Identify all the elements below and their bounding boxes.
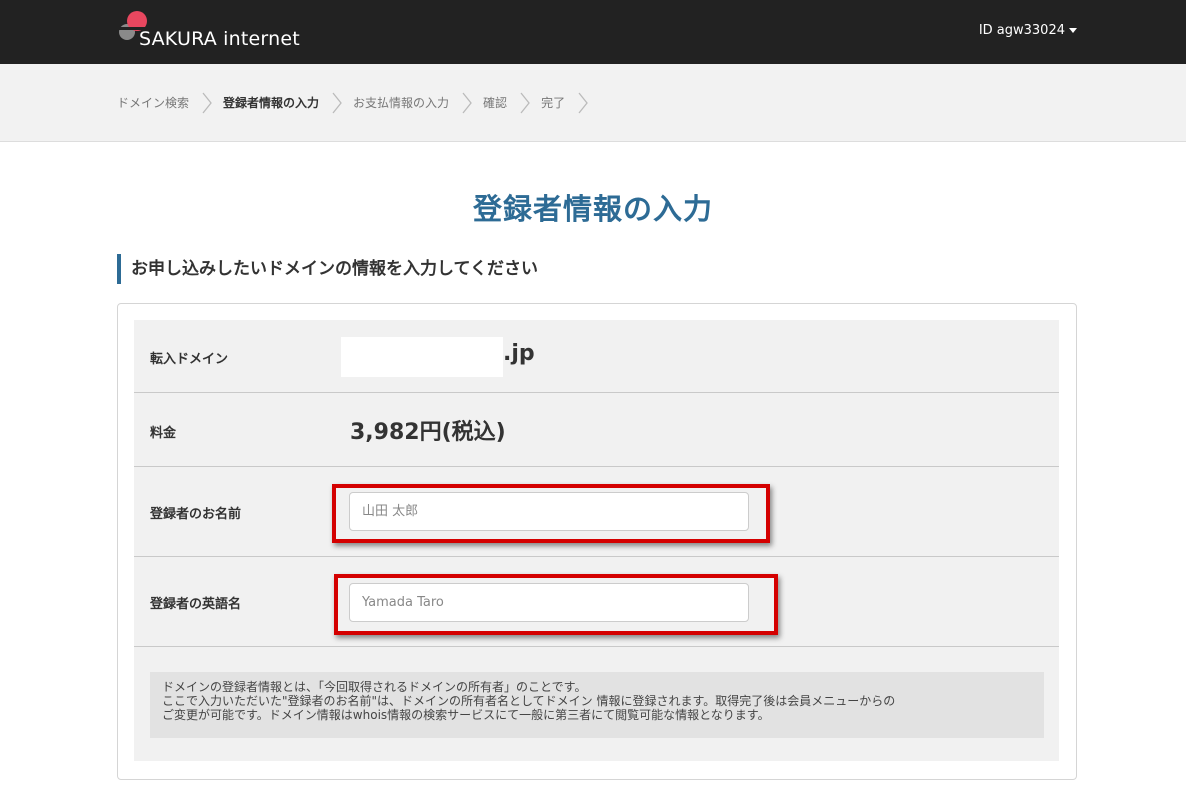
step-confirm: 確認 [483, 91, 541, 115]
domain-suffix: .jp [503, 341, 535, 366]
step-registrant-info: 登録者情報の入力 [223, 91, 353, 115]
note-line: ドメインの登録者情報とは、「今回取得されるドメインの所有者」のことです。 [162, 680, 587, 694]
price-label: 料金 [150, 426, 177, 441]
registrant-name-en-label: 登録者の英語名 [150, 597, 242, 612]
step-label: お支払情報の入力 [353, 96, 450, 110]
chevron-right-icon [202, 92, 212, 113]
user-id: ID agw33024 [978, 23, 1065, 38]
note-line: ここで入力いただいた"登録者のお名前"は、ドメインの所有者名としてドメイン 情報… [162, 694, 896, 708]
section-heading: お申し込みしたいドメインの情報を入力してください [117, 254, 538, 284]
logo-text: SAKURA internet [139, 28, 300, 50]
registrant-name-en-input[interactable] [349, 583, 749, 622]
step-complete: 完了 [541, 91, 599, 115]
step-domain-search: ドメイン検索 [117, 91, 223, 115]
form-table: 転入ドメイン .jp 料金 3,982円(税込) 登録者のお名前 登録者の英語名… [134, 320, 1059, 761]
step-label: 完了 [541, 96, 566, 110]
form-row-domain: 転入ドメイン .jp [134, 320, 1059, 393]
chevron-right-icon [520, 92, 530, 113]
note-line: ご変更が可能です。ドメイン情報はwhois情報の検索サービスにて一般に第三者にて… [162, 708, 770, 722]
page-title: 登録者情報の入力 [472, 192, 713, 226]
registrant-info-note: ドメインの登録者情報とは、「今回取得されるドメインの所有者」のことです。 ここで… [150, 672, 1044, 738]
sakura-logo[interactable]: SAKURA internet [117, 10, 317, 54]
form-row-price: 料金 3,982円(税込) [134, 393, 1059, 467]
chevron-right-icon [332, 92, 342, 113]
domain-label: 転入ドメイン [150, 352, 229, 367]
registrant-name-label: 登録者のお名前 [150, 507, 242, 522]
form-row-registrant-name: 登録者のお名前 [134, 467, 1059, 557]
step-payment-info: お支払情報の入力 [353, 91, 483, 115]
step-label: 確認 [483, 96, 508, 110]
top-header: SAKURA internet ID agw33024 [0, 0, 1186, 64]
step-progress-bar: ドメイン検索 登録者情報の入力 お支払情報の入力 確認 完了 [0, 64, 1186, 142]
step-label: 登録者情報の入力 [223, 96, 320, 110]
registrant-form-panel: 転入ドメイン .jp 料金 3,982円(税込) 登録者のお名前 登録者の英語名… [117, 303, 1077, 780]
price-value: 3,982円(税込) [350, 420, 506, 445]
caret-down-icon [1069, 28, 1077, 33]
domain-name-redacted [341, 337, 503, 377]
registrant-name-input[interactable] [349, 492, 749, 531]
chevron-right-icon [462, 92, 472, 113]
breadcrumb: ドメイン検索 登録者情報の入力 お支払情報の入力 確認 完了 [117, 64, 599, 141]
step-label: ドメイン検索 [117, 96, 190, 110]
user-menu[interactable]: ID agw33024 [979, 23, 1077, 38]
chevron-right-icon [578, 92, 588, 113]
form-row-registrant-name-en: 登録者の英語名 [134, 557, 1059, 647]
